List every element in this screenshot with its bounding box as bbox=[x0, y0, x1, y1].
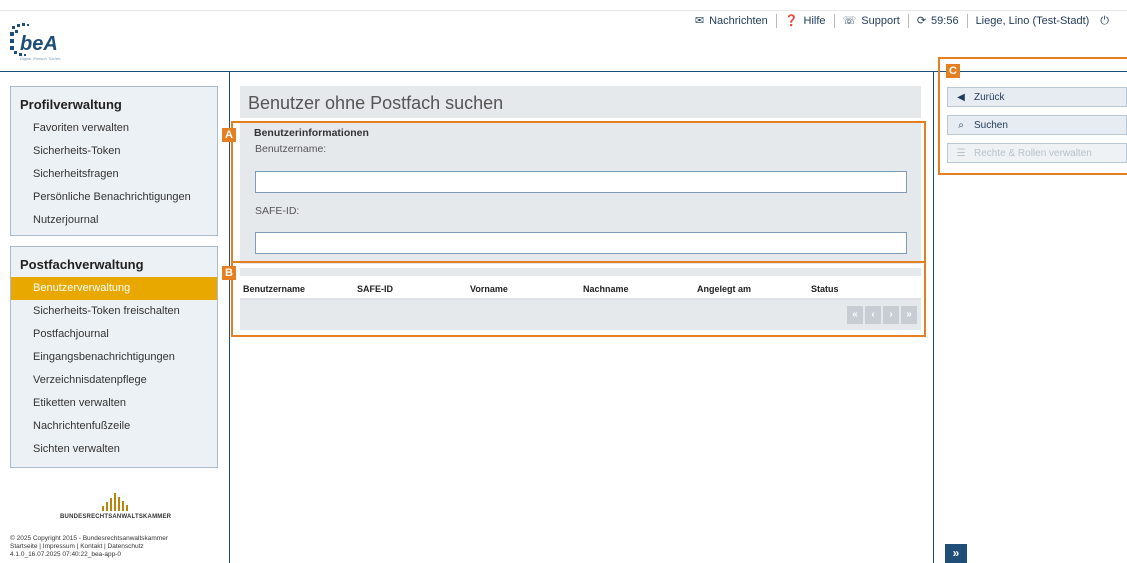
sidebar-item-incoming-notifications[interactable]: Eingangsbenachrichtigungen bbox=[11, 346, 217, 369]
help-label: Hilfe bbox=[803, 15, 826, 27]
manage-rights-button[interactable]: ☰ Rechte & Rollen verwalten bbox=[947, 143, 1127, 163]
profile-panel-title: Profilverwaltung bbox=[20, 97, 122, 112]
sidebar-item-user-management[interactable]: Benutzerverwaltung bbox=[11, 277, 217, 300]
arrow-left-circle-icon: ◀ bbox=[957, 91, 965, 103]
messages-link[interactable]: ✉ Nachrichten bbox=[687, 14, 776, 28]
manage-rights-label: Rechte & Rollen verwalten bbox=[974, 147, 1092, 159]
footer-links[interactable]: Startseite | Impressum | Kontakt | Daten… bbox=[10, 543, 220, 551]
brak-logo-bars bbox=[60, 493, 170, 511]
footer-copyright: © 2025 Copyright 2015 - Bundesrechtsanwa… bbox=[10, 535, 168, 542]
search-icon: ⌕ bbox=[958, 119, 964, 131]
sidebar-item-message-footer[interactable]: Nachrichtenfußzeile bbox=[11, 415, 217, 438]
sidebar-item-unlock-token[interactable]: Sicherheits-Token freischalten bbox=[11, 300, 217, 323]
brak-logo: BUNDESRECHTSANWALTSKAMMER bbox=[60, 493, 172, 520]
actions-divider bbox=[933, 72, 934, 563]
sidebar-item-user-journal[interactable]: Nutzerjournal bbox=[11, 209, 217, 232]
top-navigation: ✉ Nachrichten ❓ Hilfe ☏ Support ⟳ 59:56 … bbox=[687, 14, 1117, 28]
annotation-label-c: C bbox=[946, 64, 960, 78]
profile-panel: Profilverwaltung Favoriten verwalten Sic… bbox=[10, 86, 218, 236]
support-headset-icon: ☏ bbox=[842, 14, 857, 27]
sidebar-divider bbox=[229, 72, 230, 563]
mailbox-panel: Postfachverwaltung Benutzerverwaltung Si… bbox=[10, 246, 218, 468]
annotation-label-a: A bbox=[222, 128, 236, 142]
search-button[interactable]: ⌕ Suchen bbox=[947, 115, 1127, 135]
brak-logo-text: BUNDESRECHTSANWALTSKAMMER bbox=[60, 514, 172, 520]
sidebar-item-directory-data[interactable]: Verzeichnisdatenpflege bbox=[11, 369, 217, 392]
envelope-icon: ✉ bbox=[694, 14, 705, 27]
session-refresh[interactable]: ⟳ 59:56 bbox=[907, 14, 967, 28]
refresh-icon: ⟳ bbox=[916, 14, 927, 27]
back-button[interactable]: ◀ Zurück bbox=[947, 87, 1127, 107]
settings-list-icon: ☰ bbox=[956, 147, 966, 159]
sidebar-item-notifications[interactable]: Persönliche Benachrichtigungen bbox=[11, 186, 217, 209]
support-label: Support bbox=[861, 15, 900, 27]
svg-text:Digital. Einfach. Sicher.: Digital. Einfach. Sicher. bbox=[20, 56, 61, 61]
session-timer: 59:56 bbox=[931, 15, 959, 27]
back-label: Zurück bbox=[974, 91, 1005, 103]
support-link[interactable]: ☏ Support bbox=[833, 14, 908, 28]
sidebar-item-security-token[interactable]: Sicherheits-Token bbox=[11, 140, 217, 163]
search-label: Suchen bbox=[974, 119, 1008, 131]
expand-panel-button[interactable]: » bbox=[945, 544, 967, 563]
mailbox-panel-title: Postfachverwaltung bbox=[20, 257, 144, 272]
question-circle-icon: ❓ bbox=[784, 14, 799, 27]
annotation-box-a bbox=[231, 121, 926, 263]
footer-version: 4.1.0_16.07.2025 07:40:22_bea-app-0 bbox=[10, 551, 121, 558]
sidebar-item-favorites[interactable]: Favoriten verwalten bbox=[11, 117, 217, 140]
sidebar-item-labels[interactable]: Etiketten verwalten bbox=[11, 392, 217, 415]
annotation-box-b bbox=[231, 261, 926, 337]
sidebar-item-security-questions[interactable]: Sicherheitsfragen bbox=[11, 163, 217, 186]
power-icon[interactable]: ⏻ bbox=[1100, 15, 1109, 27]
messages-label: Nachrichten bbox=[709, 15, 768, 27]
page-title: Benutzer ohne Postfach suchen bbox=[248, 93, 504, 113]
footer: © 2025 Copyright 2015 - Bundesrechtsanwa… bbox=[10, 535, 220, 559]
help-link[interactable]: ❓ Hilfe bbox=[775, 14, 834, 28]
sidebar-item-views[interactable]: Sichten verwalten bbox=[11, 438, 217, 461]
page-title-bar: Benutzer ohne Postfach suchen bbox=[240, 86, 921, 118]
header-divider bbox=[0, 10, 1127, 11]
bea-logo[interactable]: beA Digital. Einfach. Sicher. bbox=[8, 20, 88, 64]
svg-text:beA: beA bbox=[20, 33, 58, 55]
user-menu[interactable]: Liege, Lino (Test-Stadt) ⏻ bbox=[966, 14, 1117, 28]
sidebar-item-mailbox-journal[interactable]: Postfachjournal bbox=[11, 323, 217, 346]
annotation-label-b: B bbox=[222, 266, 236, 280]
user-name: Liege, Lino (Test-Stadt) bbox=[975, 15, 1090, 27]
